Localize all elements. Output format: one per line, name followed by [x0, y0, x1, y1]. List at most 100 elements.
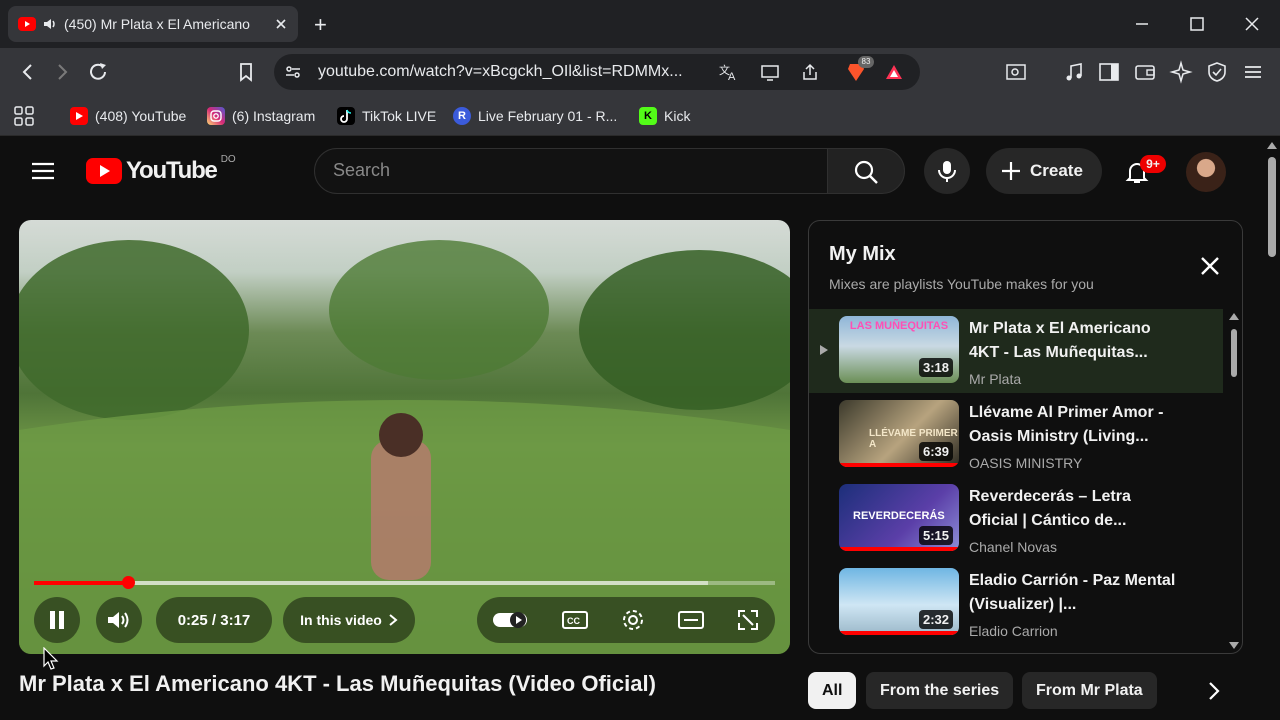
time-display: 0:25 / 3:17	[156, 597, 272, 643]
youtube-favicon-icon	[18, 17, 36, 31]
translate-icon[interactable]: 文A	[718, 62, 738, 82]
bookmark-label: Live February 01 - R...	[478, 108, 618, 124]
media-icon[interactable]	[1062, 60, 1086, 84]
browser-menu-icon[interactable]	[1241, 60, 1265, 84]
youtube-logo-icon	[86, 158, 122, 184]
progress-bar[interactable]	[34, 576, 775, 589]
bookmarks-bar: (408) YouTube (6) Instagram TikTok LIVE …	[0, 96, 1280, 136]
mix-item[interactable]: LLÉVAME PRIMER A 6:39 Llévame Al Primer …	[809, 393, 1223, 477]
audio-playing-icon[interactable]	[42, 16, 58, 32]
leo-ai-icon[interactable]	[1169, 60, 1193, 84]
bookmark-live-february[interactable]: R Live February 01 - R...	[453, 104, 617, 128]
mix-scrollbar[interactable]	[1227, 311, 1241, 651]
mix-item-thumbnail[interactable]: LAS MUÑEQUITAS 3:18	[839, 316, 959, 383]
sidebar-icon[interactable]	[1097, 60, 1121, 84]
guide-menu-icon[interactable]	[30, 159, 56, 183]
svg-text:A: A	[728, 71, 736, 82]
bookmark-icon[interactable]	[234, 60, 258, 84]
notification-count-badge: 9+	[1140, 155, 1166, 173]
wallet-icon[interactable]	[1133, 60, 1157, 84]
mix-item-channel: Chanel Novas	[969, 539, 1057, 555]
tab-close-icon[interactable]	[274, 17, 288, 31]
chip-from-the-series[interactable]: From the series	[866, 672, 1014, 709]
mix-title: My Mix	[829, 243, 896, 265]
search-button[interactable]	[827, 148, 905, 194]
mix-item-thumbnail[interactable]: 2:32	[839, 568, 959, 635]
url-text: youtube.com/watch?v=xBcgckh_OIl&list=RDM…	[318, 63, 683, 80]
fullscreen-icon[interactable]	[736, 608, 760, 632]
search-input[interactable]	[333, 160, 813, 181]
create-button[interactable]: Create	[986, 148, 1102, 194]
autoplay-toggle-icon[interactable]	[492, 609, 530, 631]
bookmark-instagram[interactable]: (6) Instagram	[207, 104, 315, 128]
maximize-icon[interactable]	[1185, 12, 1209, 36]
vpn-shield-icon[interactable]	[1205, 60, 1229, 84]
scrubber-handle[interactable]	[122, 576, 136, 589]
mix-item-thumbnail[interactable]: REVERDECERÁS 5:15	[839, 484, 959, 551]
chapter-label: In this video	[300, 612, 382, 628]
mute-button[interactable]	[96, 597, 142, 643]
mix-item-channel: Mr Plata	[969, 371, 1022, 387]
microphone-icon	[936, 159, 958, 183]
instagram-icon	[207, 107, 225, 125]
watched-progress-bar	[839, 463, 959, 467]
watched-progress-bar	[839, 547, 959, 551]
theater-mode-icon[interactable]	[677, 609, 705, 631]
chevron-right-icon	[388, 613, 398, 627]
buffered-bar	[34, 581, 709, 585]
new-tab-button[interactable]: +	[314, 12, 327, 38]
avatar[interactable]	[1186, 152, 1226, 192]
tiktok-icon	[337, 107, 355, 125]
apps-grid-icon[interactable]	[12, 104, 36, 128]
mix-item-thumbnail[interactable]: LLÉVAME PRIMER A 6:39	[839, 400, 959, 467]
region-code: DO	[220, 153, 236, 165]
window-close-icon[interactable]	[1240, 12, 1264, 36]
browser-tab-active[interactable]: (450) Mr Plata x El Americano	[8, 6, 298, 42]
bookmark-label: Kick	[664, 108, 691, 124]
duration-badge: 3:18	[918, 358, 953, 377]
minimize-icon[interactable]	[1130, 12, 1154, 36]
close-icon[interactable]	[1197, 253, 1223, 279]
search-box[interactable]	[314, 148, 828, 194]
tab-title: (450) Mr Plata x El Americano	[64, 16, 250, 32]
mix-item-title: Llévame Al Primer Amor - Oasis Ministry …	[969, 404, 1164, 445]
reload-icon[interactable]	[86, 60, 110, 84]
rumble-r-icon: R	[453, 107, 471, 125]
duration-badge: 5:15	[918, 526, 953, 545]
page-scrollbar[interactable]	[1264, 137, 1280, 720]
video-frame-scene	[19, 240, 790, 654]
share-icon[interactable]	[800, 62, 820, 82]
mix-item-title: Eladio Carrión - Paz Mental (Visualizer)…	[969, 572, 1176, 613]
voice-search-button[interactable]	[924, 148, 970, 194]
browser-titlebar: (450) Mr Plata x El Americano +	[0, 0, 1280, 48]
closed-captions-icon[interactable]: CC	[561, 609, 589, 631]
back-icon[interactable]	[16, 60, 40, 84]
reader-mode-icon[interactable]	[1004, 60, 1028, 84]
bookmark-label: (408) YouTube	[95, 108, 187, 124]
mix-subtitle: Mixes are playlists YouTube makes for yo…	[829, 276, 1094, 292]
youtube-logo[interactable]: YouTube DO	[86, 153, 236, 185]
duration-badge: 2:32	[918, 610, 953, 629]
chapters-button[interactable]: In this video	[283, 597, 415, 643]
bookmark-youtube[interactable]: (408) YouTube	[70, 104, 186, 128]
settings-gear-icon[interactable]	[620, 607, 646, 633]
pause-button[interactable]	[34, 597, 80, 643]
chips-next-icon[interactable]	[1200, 677, 1228, 705]
site-settings-icon[interactable]	[284, 63, 302, 81]
forward-icon[interactable]	[50, 60, 74, 84]
chip-all[interactable]: All	[808, 672, 857, 709]
page-scroll-thumb[interactable]	[1268, 157, 1276, 257]
mix-item[interactable]: 2:32 Eladio Carrión - Paz Mental (Visual…	[809, 561, 1223, 645]
brave-rewards-icon[interactable]	[884, 62, 904, 82]
bookmark-label: (6) Instagram	[232, 108, 316, 124]
chip-from-mr-plata[interactable]: From Mr Plata	[1022, 672, 1157, 709]
bookmark-kick[interactable]: K Kick	[639, 104, 690, 128]
youtube-logo-text: YouTube	[126, 157, 218, 184]
thumbnail-text: LAS MUÑEQUITAS	[849, 320, 949, 332]
cast-icon[interactable]	[760, 62, 780, 82]
video-player[interactable]: 0:25 / 3:17 In this video CC	[19, 220, 790, 654]
address-bar[interactable]: youtube.com/watch?v=xBcgckh_OIl&list=RDM…	[274, 54, 920, 90]
bookmark-tiktok[interactable]: TikTok LIVE	[337, 104, 436, 128]
mix-item[interactable]: REVERDECERÁS 5:15 Reverdecerás – Letra O…	[809, 477, 1223, 561]
mix-item[interactable]: LAS MUÑEQUITAS 3:18 Mr Plata x El Americ…	[809, 309, 1223, 393]
